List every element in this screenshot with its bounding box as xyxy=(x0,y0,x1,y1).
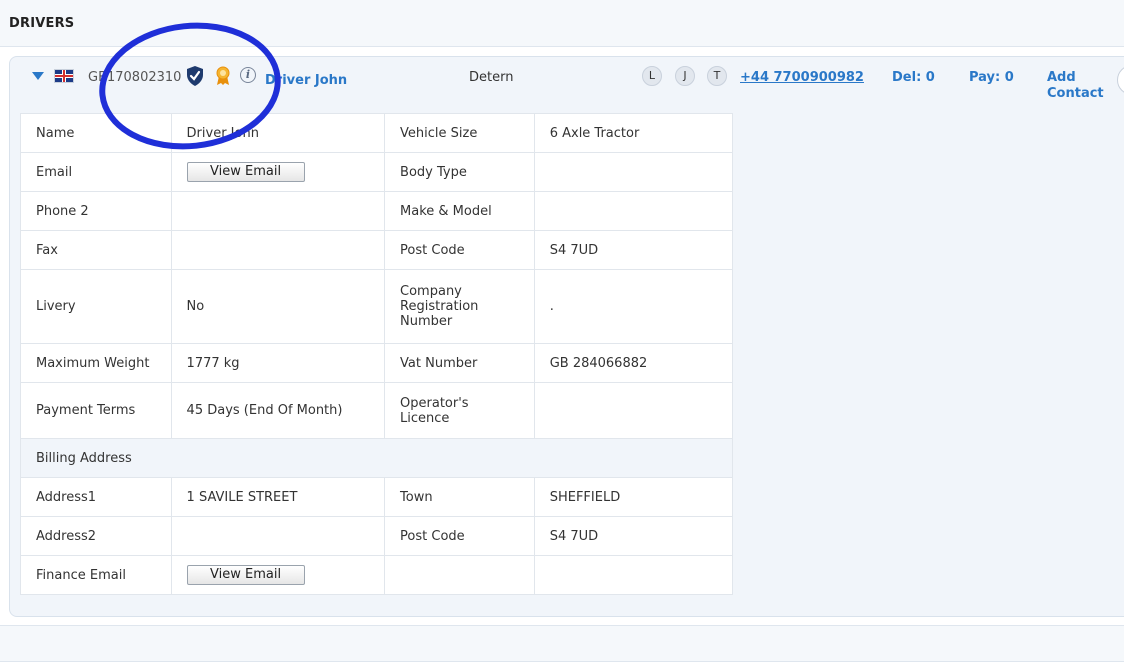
field-label: Phone 2 xyxy=(20,191,172,231)
field-value xyxy=(170,230,386,270)
field-label: Company Registration Number xyxy=(384,269,535,344)
table-row: Name Driver John Vehicle Size 6 Axle Tra… xyxy=(20,113,734,153)
driver-reference: GB170802310 xyxy=(88,70,182,85)
field-value xyxy=(533,555,734,595)
field-value: View Email xyxy=(170,555,386,595)
field-label: Vat Number xyxy=(384,343,535,383)
field-label: Address2 xyxy=(20,516,172,556)
field-value: No xyxy=(170,269,386,344)
field-value xyxy=(170,516,386,556)
field-value xyxy=(170,191,386,231)
field-value xyxy=(533,152,734,192)
field-value: Driver John xyxy=(170,113,386,153)
field-label: Payment Terms xyxy=(20,382,172,439)
table-row: Email View Email Body Type xyxy=(20,152,734,192)
field-value: 1777 kg xyxy=(170,343,386,383)
field-label: Address1 xyxy=(20,477,172,517)
pay-count[interactable]: Pay: 0 xyxy=(969,70,1014,85)
view-finance-email-button[interactable]: View Email xyxy=(186,565,305,585)
billing-address-heading-row: Billing Address xyxy=(20,438,733,478)
field-value xyxy=(533,382,734,439)
info-icon[interactable]: i xyxy=(240,67,256,83)
driver-name-link[interactable]: Driver John xyxy=(265,73,347,88)
uk-flag-icon xyxy=(54,69,74,83)
table-row: Phone 2 Make & Model xyxy=(20,191,734,231)
field-label: Body Type xyxy=(384,152,535,192)
field-label xyxy=(384,555,535,595)
field-value: 1 SAVILE STREET xyxy=(170,477,386,517)
driver-details-table: Name Driver John Vehicle Size 6 Axle Tra… xyxy=(20,113,734,595)
field-value: SHEFFIELD xyxy=(533,477,734,517)
field-label: Operator's Licence xyxy=(384,382,535,439)
next-section-bar xyxy=(0,625,1124,662)
driver-panel: GB170802310 i Driver John Detern L J T +… xyxy=(9,56,1124,617)
award-ribbon-icon xyxy=(216,66,230,85)
driver-status: Detern xyxy=(469,70,514,85)
table-row: Address2 Post Code S4 7UD xyxy=(20,516,734,556)
field-label: Finance Email xyxy=(20,555,172,595)
field-value: 45 Days (End Of Month) xyxy=(170,382,386,439)
del-count[interactable]: Del: 0 xyxy=(892,70,935,85)
billing-address-heading: Billing Address xyxy=(20,438,733,478)
view-email-button[interactable]: View Email xyxy=(186,162,305,182)
caret-down-icon[interactable] xyxy=(32,72,44,80)
drivers-section-header: DRIVERS xyxy=(0,0,1124,47)
field-value: 6 Axle Tractor xyxy=(533,113,734,153)
field-value: View Email xyxy=(170,152,386,192)
table-row: Livery No Company Registration Number . xyxy=(20,269,734,344)
driver-summary-row: GB170802310 i Driver John Detern L J T +… xyxy=(10,57,1124,103)
table-row: Fax Post Code S4 7UD xyxy=(20,230,734,270)
badge-j[interactable]: J xyxy=(675,66,695,86)
badge-l[interactable]: L xyxy=(642,66,662,86)
field-label: Livery xyxy=(20,269,172,344)
field-label: Post Code xyxy=(384,516,535,556)
field-label: Name xyxy=(20,113,172,153)
field-value: S4 7UD xyxy=(533,230,734,270)
table-row: Address1 1 SAVILE STREET Town SHEFFIELD xyxy=(20,477,734,517)
table-row: Finance Email View Email xyxy=(20,555,734,595)
add-contact-link[interactable]: Add Contact xyxy=(1047,70,1107,102)
action-circle-button[interactable] xyxy=(1117,65,1124,95)
field-label: Fax xyxy=(20,230,172,270)
field-label: Maximum Weight xyxy=(20,343,172,383)
field-value: GB 284066882 xyxy=(533,343,734,383)
field-label: Town xyxy=(384,477,535,517)
section-title: DRIVERS xyxy=(9,16,75,31)
field-value: . xyxy=(533,269,734,344)
table-row: Payment Terms 45 Days (End Of Month) Ope… xyxy=(20,382,734,439)
verified-shield-icon xyxy=(187,66,203,86)
field-label: Make & Model xyxy=(384,191,535,231)
field-label: Vehicle Size xyxy=(384,113,535,153)
phone-link[interactable]: +44 7700900982 xyxy=(740,70,864,85)
field-label: Email xyxy=(20,152,172,192)
field-value: S4 7UD xyxy=(533,516,734,556)
badge-t[interactable]: T xyxy=(707,66,727,86)
field-label: Post Code xyxy=(384,230,535,270)
field-value xyxy=(533,191,734,231)
table-row: Maximum Weight 1777 kg Vat Number GB 284… xyxy=(20,343,734,383)
